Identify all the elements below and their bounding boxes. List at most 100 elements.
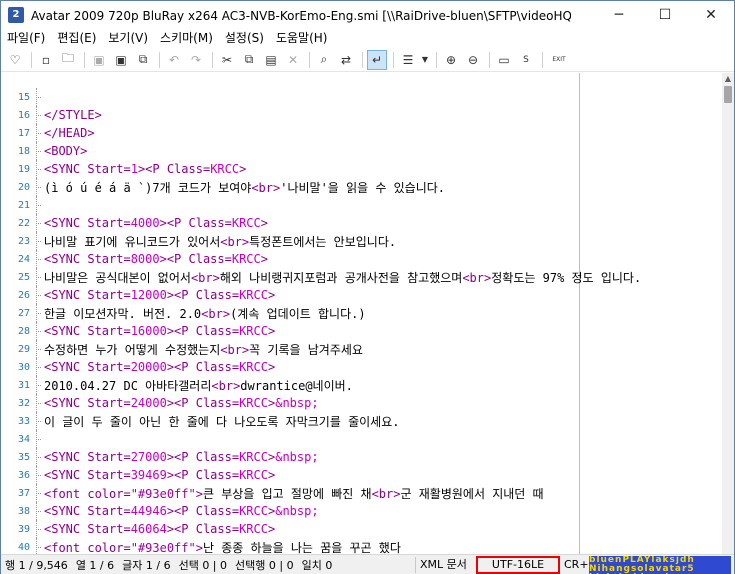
code-line[interactable]: 29 수정하면 누가 어떻게 수정했는지<br>꼭 기록을 남겨주세요 [1,340,722,358]
token-txt: 나비말은 공식대본이 없어서 [44,270,191,285]
status-doc-type[interactable]: XML 문서 [415,556,475,573]
token-tag: > [267,324,276,338]
code-line[interactable]: 32 <SYNC Start=24000><P Class=KRCC>&nbsp; [1,394,722,412]
line-number: 34 [17,433,30,445]
redo-icon[interactable]: ↷ [186,50,206,70]
code-line[interactable]: 39 <SYNC Start=46064><P Class=KRCC> [1,520,722,538]
fold-guide [32,142,42,160]
exit-button[interactable]: EXIT [547,50,571,70]
token-tag: <SYNC Start= [44,468,131,482]
outline-dropdown-icon[interactable]: ▼ [420,50,430,70]
fold-guide [32,160,42,178]
editor-window: 2 Avatar 2009 720p BluRay x264 AC3-NVB-K… [0,0,735,574]
undo-icon[interactable]: ↶ [164,50,184,70]
scroll-up-icon[interactable]: ▲ [722,73,734,85]
token-val: KRCC [210,162,240,176]
title-bar[interactable]: 2 Avatar 2009 720p BluRay x264 AC3-NVB-K… [1,1,734,29]
code-line[interactable]: 18 <BODY> [1,142,722,160]
code-line[interactable]: 25 나비말은 공식대본이 없어서<br>해외 나비랭귀지포럼과 공개사전을 참고… [1,268,722,286]
code-line[interactable]: 36 <SYNC Start=39469><P Class=KRCC> [1,466,722,484]
word-wrap-icon[interactable]: ↵ [367,49,387,70]
code-line[interactable]: 40 <font color="#93e0ff">난 종종 하늘을 나는 꿈을 꾸… [1,538,722,554]
code-line[interactable]: 33 이 글이 두 줄이 아닌 한 줄에 다 나오도록 자막크기를 줄이세요. [1,412,722,430]
code-line[interactable]: 34 [1,430,722,448]
cut-icon[interactable]: ✂ [217,50,237,70]
status-encoding[interactable]: UTF-16LE BOM [476,556,560,574]
code-line[interactable]: 21 [1,196,722,214]
line-number: 27 [17,307,30,319]
replace-icon[interactable]: ⇄ [336,50,356,70]
outline-icon[interactable]: ☰ [398,50,418,70]
code-line[interactable]: 27 한글 이모션자막. 버전. 2.0<br>(계속 업데이트 합니다.) [1,304,722,322]
menu-schema[interactable]: 스키마(M) [154,29,219,48]
status-bar: 행 1 / 9,546 열 1 / 6 글자 1 / 6 선택 0 | 0 선택… [1,554,734,574]
code-line[interactable]: 16 </STYLE> [1,106,722,124]
save-icon[interactable]: ▣ [89,50,109,70]
line-text: <SYNC Start=1><P Class=KRCC> [42,162,246,176]
toolbar-separator [159,51,160,68]
delete-icon[interactable]: ✕ [283,50,303,70]
window-list-icon[interactable]: ▭ [494,50,514,70]
save-all-icon[interactable]: ⧉ [133,50,153,70]
zoom-out-icon[interactable]: ⊖ [463,50,483,70]
token-val: &nbsp; [275,450,319,464]
code-line[interactable]: 31 2010.04.27 DC 아바타갤러리<br>dwrantice@네이버. [1,376,722,394]
code-line[interactable]: 35 <SYNC Start=27000><P Class=KRCC>&nbsp; [1,448,722,466]
zoom-in-icon[interactable]: ⊕ [441,50,461,70]
line-text: 2010.04.27 DC 아바타갤러리<br>dwrantice@네이버. [42,377,353,394]
close-button[interactable]: ✕ [688,1,734,29]
new-document-icon[interactable]: ▫ [36,50,56,70]
line-number: 37 [17,487,30,499]
status-column: 열 1 / 6 [75,558,115,572]
text-editor[interactable]: 15 16 </STYLE> 17 </HEAD> 18 <BODY> 19 <SYNC Sta… [1,73,722,554]
line-number: 40 [17,541,30,553]
code-line[interactable]: 17 </HEAD> [1,124,722,142]
fold-guide [32,340,42,358]
token-tag: > [239,162,247,176]
line-text: 나비말 표기에 유니코드가 있어서<br>특정폰트에서는 안보입니다. [42,233,396,250]
scroll-thumb[interactable] [724,86,732,103]
line-number: 20 [17,181,30,193]
code-line[interactable]: 15 [1,88,722,106]
line-text: <SYNC Start=8000><P Class=KRCC> [42,252,268,266]
toolbar-separator [542,51,543,68]
line-number: 35 [17,451,30,463]
menu-bar: 파일(F) 편집(E) 보기(V) 스키마(M) 설정(S) 도움말(H) [1,29,734,48]
menu-help[interactable]: 도움말(H) [270,29,334,48]
s-button[interactable]: S [516,50,536,70]
fold-guide [32,358,42,376]
line-text: 나비말은 공식대본이 없어서<br>해외 나비랭귀지포럼과 공개사전을 참고했으… [42,269,641,286]
maximize-button[interactable]: ☐ [642,1,688,29]
code-line[interactable]: 37 <font color="#93e0ff">큰 부상을 입고 절망에 빠진 … [1,484,722,502]
line-number: 18 [17,145,30,157]
code-line[interactable]: 20 (ì ó ú é á ä `)7개 코드가 보여야<br>'나비말'을 읽을… [1,178,722,196]
code-line[interactable]: 26 <SYNC Start=12000><P Class=KRCC> [1,286,722,304]
status-line-ending[interactable]: CR+ [564,557,589,573]
menu-edit[interactable]: 편집(E) [51,29,102,48]
toolbar-separator [84,51,85,68]
save-as-icon[interactable]: ▣ [111,50,131,70]
paste-icon[interactable]: ▤ [261,50,281,70]
token-txt: 이 글이 두 줄이 아닌 한 줄에 다 나오도록 자막크기를 줄이세요. [44,414,400,429]
code-line[interactable]: 22 <SYNC Start=4000><P Class=KRCC> [1,214,722,232]
menu-file[interactable]: 파일(F) [1,29,51,48]
minimize-button[interactable]: ─ [596,1,642,29]
open-folder-icon[interactable]: 🗀 [58,50,78,70]
copy-icon[interactable]: ⧉ [239,50,259,70]
favorites-icon[interactable]: ♡ [5,50,25,70]
code-line[interactable]: 38 <SYNC Start=44946><P Class=KRCC>&nbsp; [1,502,722,520]
menu-view[interactable]: 보기(V) [102,29,154,48]
token-str: "#93e0ff" [130,540,196,555]
code-line[interactable]: 23 나비말 표기에 유니코드가 있어서<br>특정폰트에서는 안보입니다. [1,232,722,250]
fold-guide [32,394,42,412]
token-tag: ><P Class= [166,324,240,338]
find-icon[interactable]: ⌕ [314,50,334,70]
vertical-scrollbar[interactable]: ▲ [722,73,734,554]
code-line[interactable]: 30 <SYNC Start=20000><P Class=KRCC> [1,358,722,376]
code-line[interactable]: 28 <SYNC Start=16000><P Class=KRCC> [1,322,722,340]
token-tag: </STYLE> [44,108,102,122]
menu-settings[interactable]: 설정(S) [219,29,270,48]
code-line[interactable]: 19 <SYNC Start=1><P Class=KRCC> [1,160,722,178]
line-number: 21 [17,199,30,211]
code-line[interactable]: 24 <SYNC Start=8000><P Class=KRCC> [1,250,722,268]
